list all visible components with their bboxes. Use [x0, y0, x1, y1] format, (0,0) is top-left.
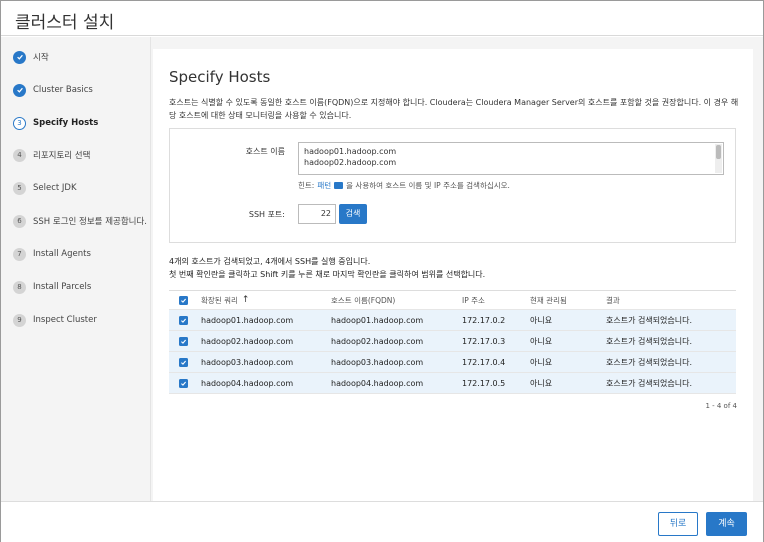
sidebar-step-1[interactable]: 시작	[13, 47, 49, 67]
cell-hostname: hadoop04.hadoop.com	[331, 378, 424, 388]
cell-result: 호스트가 검색되었습니다.	[606, 315, 693, 325]
page-description: 호스트는 식별할 수 있도록 동일한 호스트 이름(FQDN)으로 지정해야 합…	[169, 98, 739, 120]
wizard-footer: 뒤로 계속	[1, 501, 763, 542]
ssh-port-input[interactable]: 22	[298, 204, 336, 224]
step-complete-check-icon	[13, 83, 26, 97]
step-number: 9	[13, 313, 26, 327]
hostname-hint: 힌트: 패턴 을 사용하여 호스트 이름 및 IP 주소를 검색하십시오.	[298, 180, 510, 191]
row-checkbox[interactable]	[179, 378, 188, 388]
step-label: Inspect Cluster	[33, 315, 97, 325]
select-all-checkbox[interactable]	[179, 295, 188, 305]
step-number: 7	[13, 247, 26, 261]
window-title: 클러스터 설치	[15, 13, 115, 33]
step-number: 8	[13, 280, 26, 294]
table-row[interactable]: hadoop03.hadoop.com hadoop03.hadoop.com 17…	[169, 352, 736, 373]
main-panel: Specify Hosts 호스트는 식별할 수 있도록 동일한 호스트 이름(…	[153, 49, 753, 501]
step-number: 5	[13, 181, 26, 195]
host-search-form: 호스트 이름 hadoop01.hadoop.com hadoop02.hado…	[169, 128, 736, 243]
table-header-row: 확장된 쿼리 ↑ 호스트 이름(FQDN) IP 주소 현재 관리됨 결과	[169, 291, 736, 310]
status-line-2: 첫 번째 확인란을 클릭하고 Shift 키를 누른 채로 마지막 확인란을 클…	[169, 270, 486, 279]
cell-expanded-query: hadoop01.hadoop.com	[201, 315, 294, 325]
status-line-1: 4개의 호스트가 검색되었고, 4개에서 SSH를 실행 중입니다.	[169, 257, 371, 266]
table-row[interactable]: hadoop01.hadoop.com hadoop01.hadoop.com 17…	[169, 310, 736, 331]
hostname-label: 호스트 이름	[245, 147, 285, 156]
wizard-steps-sidebar: 시작 Cluster Basics 3 Specify Hosts 4 리포지토리 선택 5…	[1, 37, 151, 501]
cell-result: 호스트가 검색되었습니다.	[606, 357, 693, 367]
pattern-link[interactable]: 패턴	[317, 180, 331, 191]
cell-managed: 아니요	[530, 336, 553, 346]
cell-ip: 172.17.0.3	[462, 336, 506, 346]
cell-expanded-query: hadoop04.hadoop.com	[201, 378, 294, 388]
header-ip[interactable]: IP 주소	[462, 291, 485, 309]
cell-expanded-query: hadoop02.hadoop.com	[201, 336, 294, 346]
step-label: 시작	[33, 53, 49, 63]
table-row[interactable]: hadoop02.hadoop.com hadoop02.hadoop.com 17…	[169, 331, 736, 352]
cell-managed: 아니요	[530, 315, 553, 325]
search-status: 4개의 호스트가 검색되었고, 4개에서 SSH를 실행 중입니다. 첫 번째 …	[169, 255, 485, 281]
cell-result: 호스트가 검색되었습니다.	[606, 378, 693, 388]
step-complete-check-icon	[13, 50, 26, 64]
sort-ascending-icon: ↑	[241, 295, 250, 305]
table-row[interactable]: hadoop04.hadoop.com hadoop04.hadoop.com 17…	[169, 373, 736, 394]
cell-ip: 172.17.0.4	[462, 357, 506, 367]
step-label: Cluster Basics	[33, 85, 93, 95]
step-number: 6	[13, 214, 26, 228]
install-wizard-window: 클러스터 설치 시작 Cluster Basics 3 Specify Hosts 4 리…	[0, 0, 764, 542]
sidebar-step-6[interactable]: 6 SSH 로그인 정보를 제공합니다.	[13, 211, 147, 231]
row-checkbox[interactable]	[179, 357, 188, 367]
hostname-textarea[interactable]: hadoop01.hadoop.com hadoop02.hadoop.com	[298, 142, 724, 175]
sidebar-step-5[interactable]: 5 Select JDK	[13, 178, 77, 198]
textarea-scrollbar[interactable]	[715, 144, 722, 173]
title-bar: 클러스터 설치	[1, 1, 763, 36]
cell-hostname: hadoop02.hadoop.com	[331, 336, 424, 346]
sidebar-step-4[interactable]: 4 리포지토리 선택	[13, 145, 90, 165]
step-label: Specify Hosts	[33, 118, 99, 128]
external-link-icon[interactable]	[334, 182, 344, 189]
page-title: Specify Hosts	[169, 68, 271, 86]
hostname-line-1: hadoop01.hadoop.com	[304, 147, 397, 156]
sidebar-step-3[interactable]: 3 Specify Hosts	[13, 113, 98, 133]
header-hostname[interactable]: 호스트 이름(FQDN)	[331, 291, 395, 309]
continue-button[interactable]: 계속	[706, 512, 747, 536]
sidebar-step-9[interactable]: 9 Inspect Cluster	[13, 310, 97, 330]
pagination-info: 1 - 4 of 4	[705, 402, 737, 410]
step-label: Select JDK	[33, 183, 77, 193]
row-checkbox[interactable]	[179, 315, 188, 325]
hostname-line-2: hadoop02.hadoop.com	[304, 158, 397, 167]
step-label: SSH 로그인 정보를 제공합니다.	[33, 217, 148, 227]
sidebar-step-7[interactable]: 7 Install Agents	[13, 244, 91, 264]
cell-result: 호스트가 검색되었습니다.	[606, 336, 693, 346]
cell-ip: 172.17.0.2	[462, 315, 506, 325]
back-button[interactable]: 뒤로	[658, 512, 698, 536]
cell-ip: 172.17.0.5	[462, 378, 506, 388]
hint-suffix: 을 사용하여 호스트 이름 및 IP 주소를 검색하십시오.	[346, 181, 510, 190]
header-expanded-query-label: 확장된 쿼리	[201, 295, 238, 305]
cell-managed: 아니요	[530, 378, 553, 388]
step-label: Install Agents	[33, 249, 91, 259]
step-label: 리포지토리 선택	[33, 151, 91, 161]
step-number: 3	[13, 116, 26, 130]
hosts-table: 확장된 쿼리 ↑ 호스트 이름(FQDN) IP 주소 현재 관리됨 결과 ha…	[169, 290, 736, 394]
cell-expanded-query: hadoop03.hadoop.com	[201, 357, 294, 367]
header-expanded-query[interactable]: 확장된 쿼리 ↑	[201, 291, 249, 309]
cell-hostname: hadoop03.hadoop.com	[331, 357, 424, 367]
step-label: Install Parcels	[33, 282, 92, 292]
row-checkbox[interactable]	[179, 336, 188, 346]
step-number: 4	[13, 148, 26, 162]
cell-hostname: hadoop01.hadoop.com	[331, 315, 424, 325]
cell-managed: 아니요	[530, 357, 553, 367]
sidebar-step-8[interactable]: 8 Install Parcels	[13, 277, 91, 297]
ssh-port-label: SSH 포트:	[248, 210, 285, 219]
header-managed[interactable]: 현재 관리됨	[530, 291, 567, 309]
search-button[interactable]: 검색	[339, 204, 367, 224]
sidebar-step-2[interactable]: Cluster Basics	[13, 80, 93, 100]
header-result[interactable]: 결과	[606, 291, 620, 309]
hint-prefix: 힌트:	[298, 181, 315, 190]
